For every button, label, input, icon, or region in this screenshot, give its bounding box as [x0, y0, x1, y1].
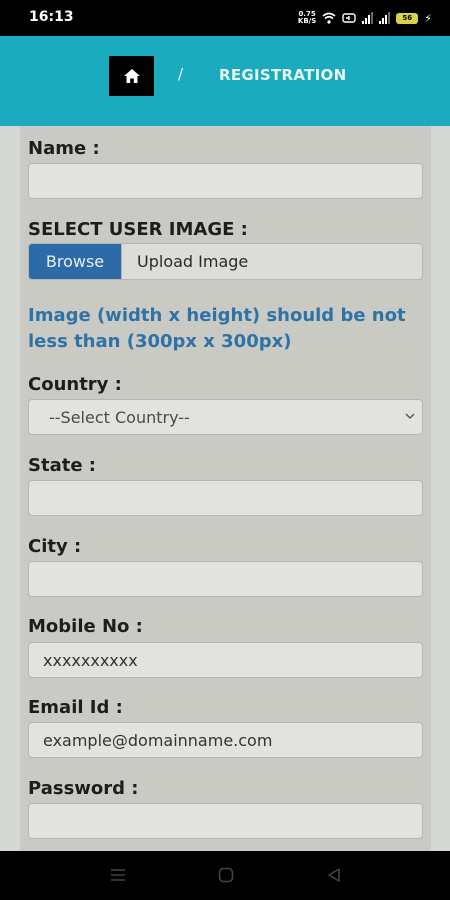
- breadcrumb-current-page: REGISTRATION: [219, 66, 347, 84]
- home-circle-icon[interactable]: [218, 867, 234, 883]
- system-nav-bar: [0, 851, 450, 900]
- country-select[interactable]: --Select Country--: [28, 399, 423, 435]
- country-label: Country :: [28, 374, 122, 395]
- breadcrumb-separator: /: [178, 65, 184, 83]
- status-icons: 0.75 KB/S 56 ⚡: [298, 10, 432, 26]
- chevron-down-icon: [405, 413, 415, 419]
- city-input[interactable]: [28, 561, 423, 597]
- email-input[interactable]: [28, 722, 423, 758]
- home-icon: [123, 69, 140, 83]
- password-input[interactable]: [28, 803, 423, 839]
- upload-image-text[interactable]: Upload Image: [122, 244, 248, 279]
- name-input[interactable]: [28, 163, 423, 199]
- image-size-hint: Image (width x height) should be not les…: [28, 305, 406, 352]
- user-image-file-input[interactable]: Browse Upload Image: [28, 243, 423, 280]
- name-label: Name :: [28, 138, 100, 159]
- header-bar: / REGISTRATION: [0, 36, 450, 126]
- signal-icon-2: [379, 12, 391, 24]
- volte-icon: [342, 13, 356, 23]
- user-image-label: SELECT USER IMAGE :: [28, 219, 248, 240]
- status-bar: 16:13 0.75 KB/S 56 ⚡: [0, 0, 450, 36]
- city-label: City :: [28, 536, 82, 557]
- battery-icon: 56: [396, 12, 419, 24]
- network-speed: 0.75 KB/S: [297, 10, 317, 25]
- state-label: State :: [28, 455, 96, 476]
- back-triangle-icon[interactable]: [326, 867, 342, 883]
- signal-icon-1: [362, 12, 374, 24]
- menu-icon[interactable]: [110, 867, 126, 883]
- password-label: Password :: [28, 778, 139, 799]
- email-label: Email Id :: [28, 697, 123, 718]
- country-selected-value: --Select Country--: [49, 407, 190, 427]
- charging-icon: ⚡: [424, 11, 432, 25]
- browse-button[interactable]: Browse: [29, 244, 122, 279]
- mobile-label: Mobile No :: [28, 616, 143, 637]
- status-time: 16:13: [29, 9, 74, 25]
- mobile-input[interactable]: [28, 642, 423, 678]
- wifi-icon: [322, 12, 336, 24]
- home-button[interactable]: [109, 56, 154, 96]
- state-input[interactable]: [28, 480, 423, 516]
